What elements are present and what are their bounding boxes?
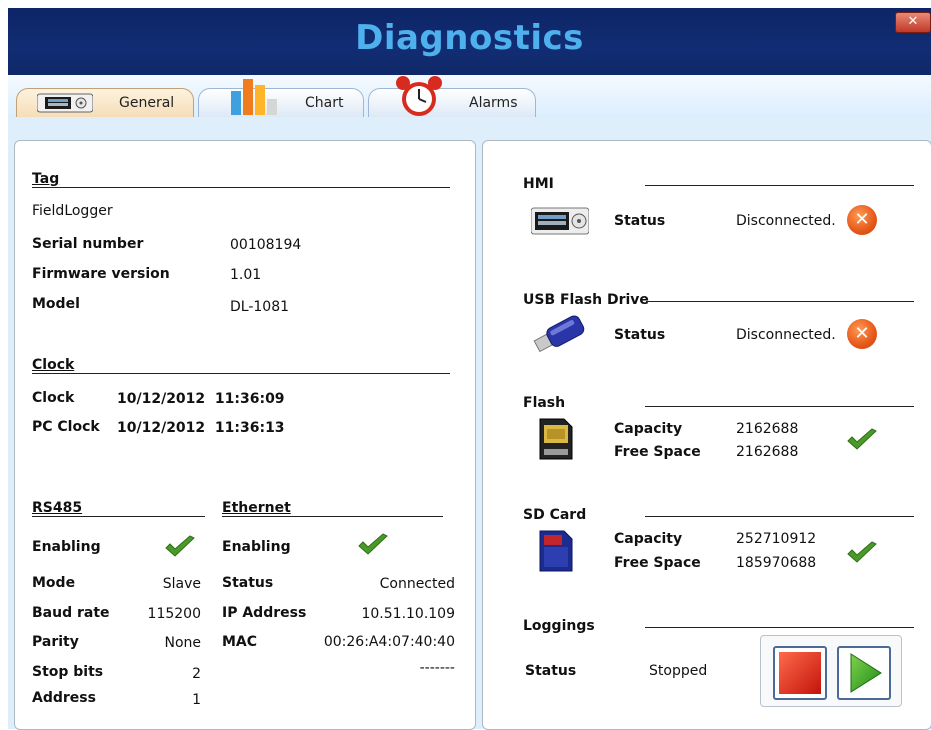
hmi-status-value: Disconnected.	[736, 213, 836, 229]
error-icon: ✕	[847, 319, 877, 349]
hmi-heading: HMI	[523, 176, 554, 192]
firmware-version-value: 1.01	[230, 267, 262, 283]
rs485-mode-value: Slave	[162, 576, 201, 592]
serial-number-value: 00108194	[230, 237, 302, 253]
divider	[645, 516, 914, 517]
usb-drive-icon	[533, 315, 585, 353]
mac-label: MAC	[222, 634, 258, 650]
close-button[interactable]: ✕	[895, 12, 931, 33]
ethernet-status-label: Status	[222, 575, 274, 591]
flash-capacity-label: Capacity	[614, 421, 683, 437]
sd-capacity-value: 252710912	[736, 531, 817, 547]
model-value: DL-1081	[230, 299, 290, 315]
serial-number-label: Serial number	[32, 236, 144, 252]
tab-label: Alarms	[469, 95, 518, 111]
usb-heading: USB Flash Drive	[523, 292, 649, 308]
hmi-status-label: Status	[614, 213, 666, 229]
divider	[646, 301, 914, 302]
usb-status-label: Status	[614, 327, 666, 343]
tab-chart[interactable]: Chart	[198, 79, 364, 117]
rs485-parity-label: Parity	[32, 634, 79, 650]
sd-card-icon	[539, 530, 573, 572]
ethernet-enabling-label: Enabling	[222, 539, 291, 555]
tag-heading: Tag	[32, 171, 60, 187]
pc-clock-label: PC Clock	[32, 419, 100, 435]
flash-heading: Flash	[523, 395, 566, 411]
check-icon	[165, 535, 195, 557]
rs485-baud-rate-value: 115200	[147, 606, 201, 622]
check-icon	[847, 428, 877, 450]
clock-label: Clock	[32, 390, 75, 406]
loggings-status-label: Status	[525, 663, 577, 679]
hmi-device-icon	[531, 207, 589, 235]
title-bar: Diagnostics ✕	[8, 8, 931, 75]
rs485-mode-label: Mode	[32, 575, 76, 591]
rs485-enabling-label: Enabling	[32, 539, 101, 555]
start-logging-button[interactable]	[837, 646, 891, 700]
mac-value: 00:26:A4:07:40:40	[323, 634, 455, 650]
firmware-version-label: Firmware version	[32, 266, 170, 282]
error-icon: ✕	[847, 205, 877, 235]
loggings-status-value: Stopped	[649, 663, 708, 679]
play-icon	[850, 653, 882, 693]
rs485-address-value: 1	[192, 692, 201, 708]
tab-strip: General Chart Alarms	[8, 75, 931, 117]
ip-address-value: 10.51.10.109	[361, 606, 455, 622]
divider	[32, 187, 450, 188]
hmi-device-icon	[36, 93, 94, 117]
tab-alarms[interactable]: Alarms	[368, 76, 536, 117]
rs485-address-label: Address	[32, 690, 96, 706]
divider	[32, 516, 205, 517]
flash-free-space-value: 2162688	[736, 444, 799, 460]
flash-capacity-value: 2162688	[736, 421, 799, 437]
clock-value: 10/12/2012 11:36:09	[117, 391, 285, 407]
logging-controls	[760, 635, 902, 707]
divider	[645, 627, 914, 628]
sd-capacity-label: Capacity	[614, 531, 683, 547]
rs485-parity-value: None	[164, 635, 201, 651]
tag-name: FieldLogger	[32, 203, 113, 219]
stop-logging-button[interactable]	[773, 646, 827, 700]
ethernet-status-value: Connected	[379, 576, 455, 592]
rs485-stop-bits-label: Stop bits	[32, 664, 104, 680]
ip-address-label: IP Address	[222, 605, 307, 621]
bar-chart-icon	[229, 77, 279, 119]
flash-free-space-label: Free Space	[614, 444, 701, 460]
ethernet-extra-value: -------	[419, 660, 455, 676]
check-icon	[847, 541, 877, 563]
tab-general[interactable]: General	[16, 88, 194, 117]
loggings-heading: Loggings	[523, 618, 595, 634]
check-icon	[358, 533, 388, 555]
sd-card-heading: SD Card	[523, 507, 587, 523]
divider	[645, 406, 914, 407]
sd-free-space-label: Free Space	[614, 555, 701, 571]
tab-label: Chart	[305, 95, 344, 111]
divider	[222, 516, 443, 517]
model-label: Model	[32, 296, 80, 312]
tab-label: General	[119, 95, 175, 111]
ethernet-heading: Ethernet	[222, 500, 291, 516]
window-title: Diagnostics	[355, 18, 584, 58]
close-icon: ✕	[907, 14, 919, 29]
rs485-stop-bits-value: 2	[192, 666, 201, 682]
alarm-clock-icon	[393, 75, 445, 121]
rs485-baud-rate-label: Baud rate	[32, 605, 110, 621]
sd-free-space-value: 185970688	[736, 555, 817, 571]
flash-memory-icon	[539, 418, 573, 460]
divider	[32, 373, 450, 374]
stop-icon	[779, 652, 821, 694]
divider	[645, 185, 914, 186]
clock-heading: Clock	[32, 357, 75, 373]
pc-clock-value: 10/12/2012 11:36:13	[117, 420, 285, 436]
usb-status-value: Disconnected.	[736, 327, 836, 343]
rs485-heading: RS485	[32, 500, 83, 516]
